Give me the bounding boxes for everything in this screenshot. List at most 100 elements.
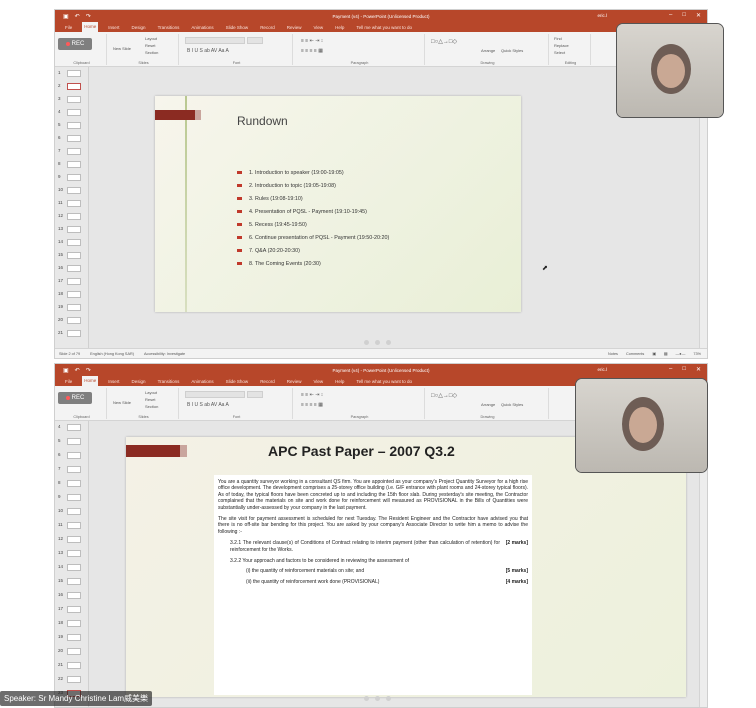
slide-thumbnail[interactable] (67, 239, 81, 246)
slide-thumbnail[interactable] (67, 564, 81, 571)
tab-slide-show[interactable]: Slide Show (224, 379, 251, 384)
arrange-button[interactable]: Arrange (481, 402, 495, 407)
shapes-gallery[interactable]: □○△→□◇ (431, 38, 457, 45)
list-buttons[interactable]: ≡ ≡ ⇤ ⇥ ↕ (301, 392, 323, 398)
slide-thumbnail[interactable] (67, 550, 81, 557)
zoom-level[interactable]: 73% (693, 352, 701, 356)
comments-button[interactable]: Comments (626, 352, 644, 356)
list-buttons[interactable]: ≡ ≡ ⇤ ⇥ ↕ (301, 38, 323, 44)
minimize-icon[interactable]: – (669, 12, 672, 19)
slide-thumbnail[interactable] (67, 135, 81, 142)
tab-insert[interactable]: Insert (106, 379, 121, 384)
align-buttons[interactable]: ≡ ≡ ≡ ≡ ▦ (301, 402, 323, 408)
slide-thumbnail[interactable] (67, 109, 81, 116)
maximize-icon[interactable]: □ (682, 12, 686, 19)
normal-view-icon[interactable]: ▣ (652, 351, 656, 356)
tab-home[interactable]: Home (82, 22, 99, 32)
font-size-box[interactable] (247, 391, 263, 398)
rundown-slide[interactable]: Rundown 1. Introduction to speaker (19:0… (155, 96, 521, 312)
slide-thumbnail[interactable] (67, 620, 81, 627)
font-format-buttons[interactable]: B I U S ab AV Aa A (187, 402, 229, 408)
reset-button[interactable]: Reset (145, 397, 155, 402)
slide-thumbnail[interactable] (67, 662, 81, 669)
tab-transitions[interactable]: Transitions (156, 25, 182, 30)
close-icon[interactable]: ✕ (696, 366, 701, 373)
sorter-view-icon[interactable]: ▦ (664, 351, 668, 356)
reset-button[interactable]: Reset (145, 43, 155, 48)
align-buttons[interactable]: ≡ ≡ ≡ ≡ ▦ (301, 48, 323, 54)
slide-thumbnail[interactable] (67, 522, 81, 529)
slide-thumbnail[interactable] (67, 174, 81, 181)
slide-thumbnail[interactable] (67, 122, 81, 129)
tab-file[interactable]: File (63, 25, 74, 30)
slide-thumbnail[interactable] (67, 676, 81, 683)
zoom-slider[interactable]: —●— (676, 352, 686, 356)
slide-thumbnail[interactable] (67, 330, 81, 337)
replace-button[interactable]: Replace (554, 43, 569, 48)
slide-thumbnail[interactable] (67, 161, 81, 168)
find-button[interactable]: Find (554, 36, 562, 41)
slide-thumbnail[interactable] (67, 226, 81, 233)
slide-thumbnail[interactable] (67, 606, 81, 613)
tab-help[interactable]: Help (333, 25, 346, 30)
slide-thumbnail[interactable] (67, 438, 81, 445)
quick-styles-button[interactable]: Quick Styles (501, 402, 523, 407)
quick-styles-button[interactable]: Quick Styles (501, 48, 523, 53)
tab-help[interactable]: Help (333, 379, 346, 384)
tab-animations[interactable]: Animations (189, 379, 215, 384)
slide-thumbnail[interactable] (67, 96, 81, 103)
slide-thumbnail[interactable] (67, 187, 81, 194)
slide-thumbnail[interactable] (67, 508, 81, 515)
tab-review[interactable]: Review (285, 25, 304, 30)
tab-animations[interactable]: Animations (189, 25, 215, 30)
section-button[interactable]: Section (145, 404, 158, 409)
slide-thumbnail[interactable] (67, 466, 81, 473)
tab-design[interactable]: Design (130, 379, 148, 384)
tab-slide-show[interactable]: Slide Show (224, 25, 251, 30)
slide-thumbnail[interactable] (67, 304, 81, 311)
tab-view[interactable]: View (311, 25, 325, 30)
tab-view[interactable]: View (311, 379, 325, 384)
slide-thumbnail[interactable] (67, 578, 81, 585)
select-button[interactable]: Select (554, 50, 565, 55)
slide-thumbnail[interactable] (67, 252, 81, 259)
tab-home[interactable]: Home (82, 376, 99, 386)
tab-record[interactable]: Record (258, 25, 277, 30)
layout-button[interactable]: Layout (145, 390, 157, 395)
slide-thumbnail[interactable] (67, 424, 81, 431)
slide-thumbnail[interactable] (67, 213, 81, 220)
tab-design[interactable]: Design (130, 25, 148, 30)
slide-thumbnail[interactable] (67, 536, 81, 543)
tab-record[interactable]: Record (258, 379, 277, 384)
tell-me-search[interactable]: Tell me what you want to do (354, 379, 414, 384)
font-name-box[interactable] (185, 391, 245, 398)
past-paper-slide[interactable]: APC Past Paper – 2007 Q3.2 You are a qua… (126, 437, 686, 697)
tab-file[interactable]: File (63, 379, 74, 384)
slide-thumbnail[interactable] (67, 480, 81, 487)
tab-review[interactable]: Review (285, 379, 304, 384)
maximize-icon[interactable]: □ (682, 366, 686, 373)
tab-transitions[interactable]: Transitions (156, 379, 182, 384)
tab-insert[interactable]: Insert (106, 25, 121, 30)
minimize-icon[interactable]: – (669, 366, 672, 373)
close-icon[interactable]: ✕ (696, 12, 701, 19)
slide-thumbnail[interactable] (67, 452, 81, 459)
slide-thumbnail[interactable] (67, 291, 81, 298)
language-indicator[interactable]: English (Hong Kong SAR) (90, 352, 134, 356)
new-slide-button[interactable]: New Slide (113, 46, 131, 51)
notes-button[interactable]: Notes (608, 352, 618, 356)
tell-me-search[interactable]: Tell me what you want to do (354, 25, 414, 30)
font-size-box[interactable] (247, 37, 263, 44)
slide-thumbnail[interactable] (67, 494, 81, 501)
slide-thumbnail[interactable] (67, 148, 81, 155)
slide-thumbnail[interactable] (67, 200, 81, 207)
slide-thumbnail[interactable] (67, 265, 81, 272)
accessibility-indicator[interactable]: Accessibility: Investigate (144, 352, 185, 356)
slide-thumbnail[interactable] (67, 70, 81, 77)
slide-thumbnail[interactable] (67, 592, 81, 599)
slide-thumbnail-selected[interactable] (67, 83, 81, 90)
slide-thumbnail[interactable] (67, 317, 81, 324)
shapes-gallery[interactable]: □○△→□◇ (431, 392, 457, 399)
font-format-buttons[interactable]: B I U S ab AV Aa A (187, 48, 229, 54)
section-button[interactable]: Section (145, 50, 158, 55)
